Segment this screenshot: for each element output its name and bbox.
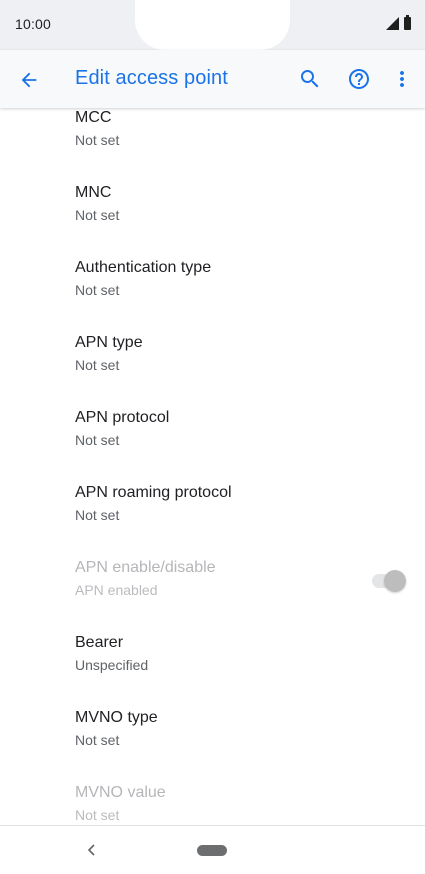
- setting-apn-enable-disable: APN enable/disable APN enabled: [0, 555, 425, 630]
- setting-title: MVNO type: [75, 709, 158, 726]
- setting-value: Not set: [75, 507, 120, 523]
- more-vert-icon: [400, 71, 404, 87]
- setting-title: APN protocol: [75, 409, 170, 426]
- settings-list[interactable]: MCC Not set MNC Not set Authentication t…: [0, 108, 425, 825]
- setting-mvno-value: MVNO value Not set: [0, 780, 425, 825]
- setting-value: Not set: [75, 132, 120, 148]
- setting-apn-roaming-protocol[interactable]: APN roaming protocol Not set: [0, 480, 425, 555]
- setting-apn-type[interactable]: APN type Not set: [0, 330, 425, 405]
- setting-title: APN enable/disable: [75, 559, 216, 576]
- setting-title: MVNO value: [75, 784, 166, 801]
- setting-value: APN enabled: [75, 582, 158, 598]
- toggle-thumb: [384, 570, 406, 592]
- signal-icon: [386, 17, 399, 30]
- search-button[interactable]: [296, 65, 324, 93]
- setting-value: Not set: [75, 732, 120, 748]
- setting-mvno-type[interactable]: MVNO type Not set: [0, 705, 425, 780]
- setting-title: MNC: [75, 184, 112, 201]
- nav-back-button[interactable]: [82, 840, 102, 860]
- search-icon: [301, 70, 319, 88]
- setting-value: Unspecified: [75, 657, 149, 673]
- setting-title: Authentication type: [75, 259, 212, 276]
- setting-apn-protocol[interactable]: APN protocol Not set: [0, 405, 425, 480]
- setting-value: Not set: [75, 357, 120, 373]
- app-bar: Edit access point: [0, 50, 425, 108]
- screen: 10:00 Edit access point MCC Not set MNC …: [0, 0, 425, 874]
- setting-value: Not set: [75, 207, 120, 223]
- help-button[interactable]: [345, 65, 373, 93]
- status-bar: 10:00: [0, 0, 425, 50]
- setting-value: Not set: [75, 807, 120, 823]
- setting-bearer[interactable]: Bearer Unspecified: [0, 630, 425, 705]
- setting-value: Not set: [75, 282, 120, 298]
- page-title: Edit access point: [75, 67, 228, 89]
- apn-enable-toggle: [370, 570, 406, 592]
- setting-mcc[interactable]: MCC Not set: [0, 108, 425, 180]
- setting-mnc[interactable]: MNC Not set: [0, 180, 425, 255]
- setting-title: APN roaming protocol: [75, 484, 232, 501]
- status-time: 10:00: [15, 16, 52, 32]
- back-button[interactable]: [14, 65, 44, 95]
- setting-title: MCC: [75, 109, 112, 126]
- navigation-bar: [0, 825, 425, 874]
- setting-authentication-type[interactable]: Authentication type Not set: [0, 255, 425, 330]
- more-options-button[interactable]: [390, 65, 414, 93]
- back-arrow-icon: [21, 72, 37, 88]
- help-icon: [349, 69, 369, 89]
- setting-title: APN type: [75, 334, 143, 351]
- home-pill-icon[interactable]: [197, 845, 227, 856]
- setting-title: Bearer: [75, 634, 124, 651]
- status-icons: [386, 15, 411, 30]
- nav-back-icon: [87, 844, 95, 856]
- battery-icon: [404, 15, 411, 30]
- setting-value: Not set: [75, 432, 120, 448]
- display-notch: [135, 0, 290, 50]
